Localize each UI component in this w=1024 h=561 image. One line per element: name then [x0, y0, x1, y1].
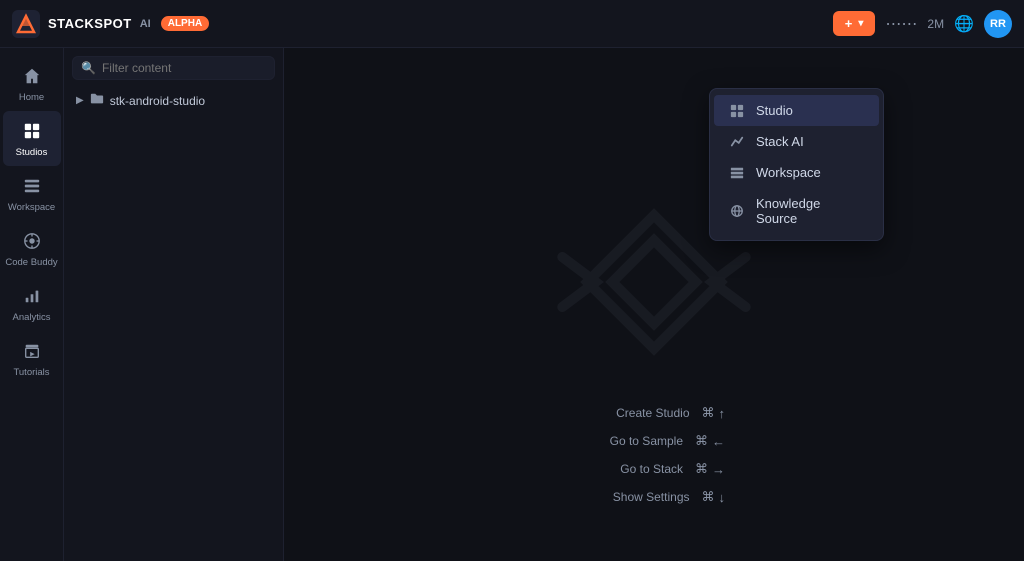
key-up: ↑: [719, 406, 726, 421]
shortcuts-panel: Create Studio ⌘ ↑ Go to Sample ⌘ ← Go to…: [583, 399, 725, 511]
key-down: ↓: [719, 490, 726, 505]
plan-text: 2M: [927, 17, 944, 31]
studio-icon: [728, 104, 746, 118]
search-bar[interactable]: 🔍: [72, 56, 275, 80]
shortcut-keys-show-settings: ⌘ ↓: [702, 489, 726, 505]
plus-icon: +: [845, 16, 853, 31]
shortcut-row-goto-sample: Go to Sample ⌘ ←: [583, 427, 725, 455]
dropdown-label-workspace: Workspace: [756, 165, 821, 180]
shortcut-keys-goto-sample: ⌘ ←: [695, 433, 725, 449]
shortcut-label-goto-stack: Go to Stack: [583, 462, 683, 476]
search-icon: 🔍: [81, 61, 96, 75]
sidebar-item-tutorials[interactable]: Tutorials: [3, 331, 61, 386]
header-right: + ▾ ⋯⋯ 2M 🌐 RR: [833, 10, 1012, 38]
new-button[interactable]: + ▾: [833, 11, 876, 36]
dropdown-label-knowledge: Knowledge Source: [756, 196, 865, 226]
sidebar-item-studios[interactable]: Studios: [3, 111, 61, 166]
alpha-badge: ALPHA: [161, 16, 209, 31]
logo-icon: [12, 10, 40, 38]
tree-item-studio[interactable]: ▶ stk-android-studio: [72, 88, 275, 113]
brand-name: STACKSPOT: [48, 16, 132, 31]
folder-icon: [90, 92, 104, 109]
user-avatar[interactable]: RR: [984, 10, 1012, 38]
sidebar-label-tutorials: Tutorials: [13, 367, 49, 378]
file-tree: 🔍 ▶ stk-android-studio: [64, 48, 284, 561]
knowledge-icon: [728, 204, 746, 218]
dropdown-menu: Studio Stack AI Workspac: [709, 88, 884, 241]
shortcut-keys-create-studio: ⌘ ↑: [702, 405, 726, 421]
grid-menu-button[interactable]: ⋯⋯: [885, 14, 917, 34]
analytics-icon: [20, 284, 44, 308]
key-right: →: [712, 462, 725, 477]
sidebar-item-home[interactable]: Home: [3, 56, 61, 111]
sidebar-item-code-buddy[interactable]: Code Buddy: [3, 221, 61, 276]
main-area: Create Studio ⌘ ↑ Go to Sample ⌘ ← Go to…: [284, 48, 1024, 561]
header-left: STACKSPOT AI ALPHA: [12, 10, 209, 38]
grid-icon: ⋯⋯: [885, 14, 917, 34]
workspace-dropdown-icon: [728, 166, 746, 180]
dropdown-label-stack-ai: Stack AI: [756, 134, 804, 149]
shortcut-label-show-settings: Show Settings: [590, 490, 690, 504]
sidebar-label-code-buddy: Code Buddy: [5, 257, 57, 268]
sidebar-label-analytics: Analytics: [12, 312, 50, 323]
header: STACKSPOT AI ALPHA + ▾ ⋯⋯ 2M 🌐 RR: [0, 0, 1024, 48]
ai-label: AI: [140, 18, 151, 30]
globe-icon: 🌐: [954, 14, 974, 34]
workspace-icon: [20, 174, 44, 198]
key-cmd: ⌘: [695, 461, 708, 477]
shortcut-row-create-studio: Create Studio ⌘ ↑: [583, 399, 725, 427]
sidebar: Home Studios Work: [0, 48, 64, 561]
sidebar-item-analytics[interactable]: Analytics: [3, 276, 61, 331]
tutorials-icon: [20, 339, 44, 363]
dropdown-item-workspace[interactable]: Workspace: [714, 157, 879, 188]
key-left: ←: [712, 434, 725, 449]
sidebar-label-workspace: Workspace: [8, 202, 55, 213]
sidebar-label-home: Home: [19, 92, 44, 103]
dropdown-item-studio[interactable]: Studio: [714, 95, 879, 126]
shortcut-label-create-studio: Create Studio: [590, 406, 690, 420]
main-layout: Home Studios Work: [0, 48, 1024, 561]
shortcut-row-show-settings: Show Settings ⌘ ↓: [583, 483, 725, 511]
sidebar-item-workspace[interactable]: Workspace: [3, 166, 61, 221]
stack-ai-icon: [728, 135, 746, 149]
dropdown-item-stack-ai[interactable]: Stack AI: [714, 126, 879, 157]
key-cmd: ⌘: [702, 489, 715, 505]
key-cmd: ⌘: [702, 405, 715, 421]
shortcut-keys-goto-stack: ⌘ →: [695, 461, 725, 477]
chevron-down-icon: ▾: [858, 18, 863, 29]
tree-item-label: stk-android-studio: [110, 94, 205, 108]
dropdown-label-studio: Studio: [756, 103, 793, 118]
key-cmd: ⌘: [695, 433, 708, 449]
shortcut-label-goto-sample: Go to Sample: [583, 434, 683, 448]
sidebar-label-studios: Studios: [16, 147, 48, 158]
code-buddy-icon: [20, 229, 44, 253]
dropdown-item-knowledge-source[interactable]: Knowledge Source: [714, 188, 879, 234]
home-icon: [20, 64, 44, 88]
shortcut-row-goto-stack: Go to Stack ⌘ →: [583, 455, 725, 483]
studios-icon: [20, 119, 44, 143]
search-input[interactable]: [102, 61, 266, 75]
chevron-right-icon: ▶: [76, 95, 84, 106]
